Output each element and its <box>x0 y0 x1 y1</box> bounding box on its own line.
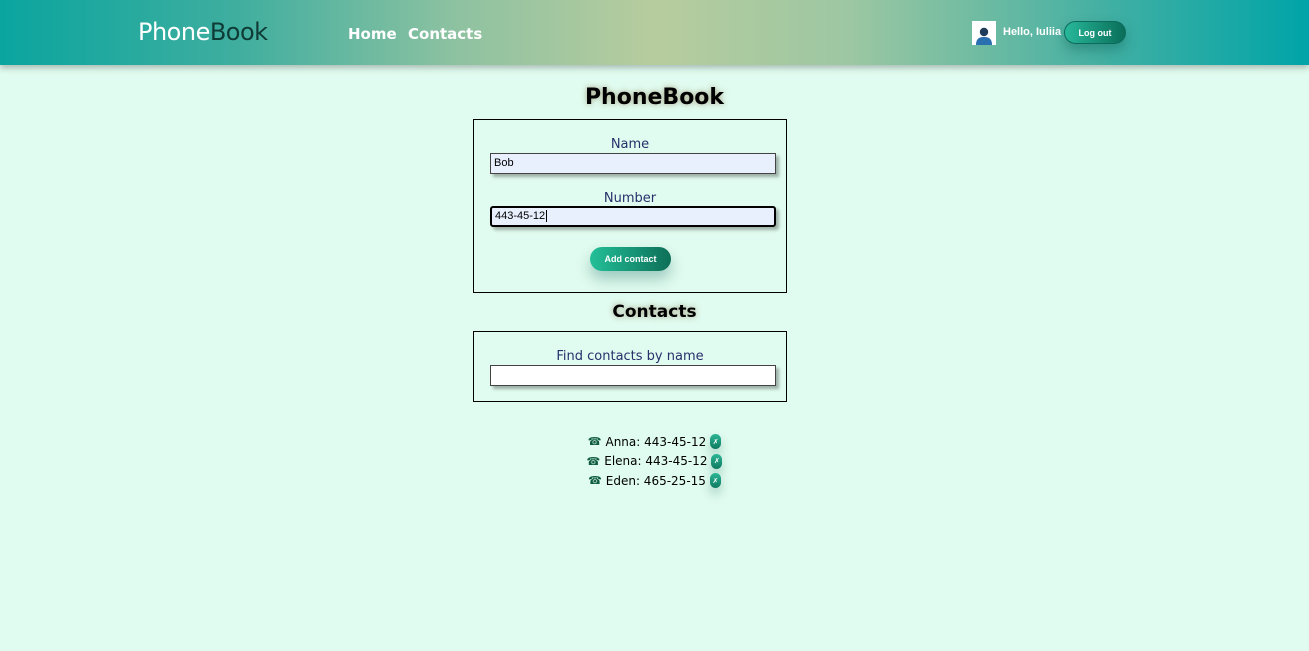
number-label: Number <box>603 191 657 206</box>
phone-icon: ☎ <box>586 454 601 468</box>
name-label: Name <box>610 137 650 152</box>
logout-button[interactable]: Log out <box>1064 21 1126 44</box>
user-greeting: Hello, Iuliia <box>1003 26 1062 38</box>
contacts-title: Contacts <box>612 302 697 322</box>
page-title: PhoneBook <box>584 85 725 110</box>
name-input[interactable]: Bob <box>490 153 776 174</box>
text-caret <box>546 210 548 223</box>
user-avatar-icon <box>972 21 996 45</box>
contact-list: ☎ Anna: 443-45-12 ✗ ☎ Elena: 443-45-12 ✗… <box>0 432 1309 491</box>
add-contact-button[interactable]: Add contact <box>590 247 671 271</box>
filter-input[interactable] <box>490 365 776 386</box>
list-item: ☎ Anna: 443-45-12 ✗ <box>0 432 1309 452</box>
logo-part-phone: Phone <box>138 18 210 46</box>
name-input-value: Bob <box>494 157 514 169</box>
filter-label: Find contacts by name <box>556 349 704 364</box>
nav-home-link[interactable]: Home <box>348 25 397 43</box>
app-header: PhoneBook Home Contacts Hello, Iuliia Lo… <box>0 0 1309 65</box>
phone-icon: ☎ <box>588 474 602 488</box>
number-input[interactable]: 443-45-12 <box>490 206 776 227</box>
number-input-value: 443-45-12 <box>495 210 546 222</box>
contact-text: Elena: 443-45-12 <box>604 454 708 469</box>
nav-contacts-link[interactable]: Contacts <box>408 25 482 43</box>
delete-icon[interactable]: ✗ <box>710 434 722 450</box>
delete-icon[interactable]: ✗ <box>711 453 723 469</box>
filter-box: Find contacts by name <box>473 331 787 402</box>
list-item: ☎ Eden: 465-25-15 ✗ <box>0 471 1309 491</box>
logo-part-book: Book <box>209 18 268 46</box>
list-item: ☎ Elena: 443-45-12 ✗ <box>0 452 1309 472</box>
app-logo[interactable]: PhoneBook <box>138 18 268 46</box>
contact-text: Anna: 443-45-12 <box>605 434 707 449</box>
add-contact-form: Name Bob Number 443-45-12 Add contact <box>473 119 787 293</box>
phone-icon: ☎ <box>587 435 602 449</box>
delete-icon[interactable]: ✗ <box>709 473 721 489</box>
contact-text: Eden: 465-25-15 <box>605 473 706 488</box>
